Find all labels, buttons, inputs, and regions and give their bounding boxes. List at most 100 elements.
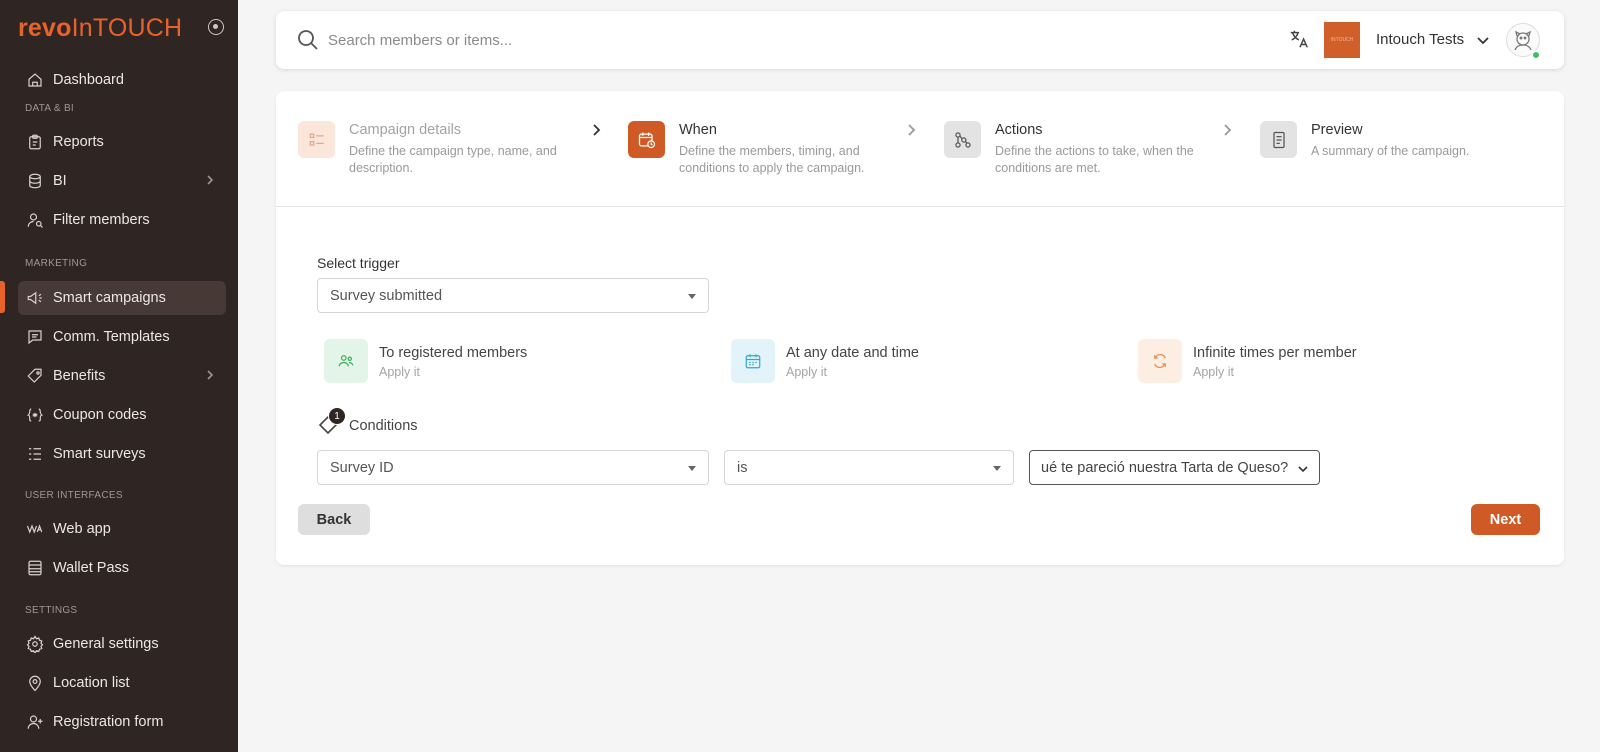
chevron-down-icon[interactable] xyxy=(1476,34,1490,48)
database-icon xyxy=(26,172,44,190)
gear-icon xyxy=(26,635,44,653)
chat-icon xyxy=(26,328,44,346)
sidebar-item-label: Location list xyxy=(53,675,130,691)
brand: revoInTOUCH xyxy=(0,0,238,56)
step-desc: Define the campaign type, name, and desc… xyxy=(349,144,557,175)
step-actions[interactable]: Actions Define the actions to take, when… xyxy=(944,121,1214,181)
step-title: Campaign details xyxy=(349,122,462,138)
sidebar-item-reports[interactable]: Reports xyxy=(18,125,226,159)
search-input[interactable] xyxy=(328,28,928,52)
sidebar-item-label: General settings xyxy=(53,636,159,652)
rule-sub: Apply it xyxy=(379,365,420,379)
sidebar-item-label: BI xyxy=(53,173,67,189)
sidebar-item-label: Filter members xyxy=(53,212,150,228)
step-title: Preview xyxy=(1311,122,1363,138)
step-title: Actions xyxy=(995,122,1043,138)
next-button[interactable]: Next xyxy=(1471,504,1540,535)
campaign-wizard-card: Campaign details Define the campaign typ… xyxy=(276,91,1564,565)
trigger-select-value: Survey submitted xyxy=(330,287,443,304)
step-desc: A summary of the campaign. xyxy=(1311,144,1470,158)
sidebar-section-data-bi: DATA & BI xyxy=(25,103,75,114)
sidebar-item-benefits[interactable]: Benefits xyxy=(18,359,226,393)
sidebar-item-smart-campaigns[interactable]: Smart campaigns xyxy=(18,281,226,315)
user-search-icon xyxy=(26,211,44,229)
step-desc: Define the actions to take, when the con… xyxy=(995,144,1194,175)
sidebar-item-dashboard[interactable]: Dashboard xyxy=(18,63,226,97)
sidebar-toggle-icon[interactable] xyxy=(208,19,224,35)
chevron-right-icon xyxy=(904,123,918,137)
chevron-right-icon xyxy=(204,369,216,381)
user-plus-icon xyxy=(26,713,44,731)
rule-sub: Apply it xyxy=(1193,365,1234,379)
sidebar-item-filter-members[interactable]: Filter members xyxy=(18,203,226,237)
clipboard-icon xyxy=(26,133,44,151)
condition-field-select[interactable]: Survey ID xyxy=(317,450,709,485)
org-name[interactable]: Intouch Tests xyxy=(1376,31,1464,48)
condition-operator-value: is xyxy=(737,459,748,476)
condition-field-value: Survey ID xyxy=(330,459,394,476)
megaphone-icon xyxy=(26,289,44,307)
translate-icon[interactable] xyxy=(1288,28,1310,50)
sidebar-item-label: Smart surveys xyxy=(53,446,146,462)
step-desc: Define the members, timing, and conditio… xyxy=(679,144,865,175)
dropdown-caret-icon xyxy=(993,466,1001,471)
trigger-label: Select trigger xyxy=(317,255,400,271)
conditions-label: Conditions xyxy=(349,418,418,434)
search-icon xyxy=(296,28,320,52)
calendar-icon xyxy=(731,339,775,383)
chevron-right-icon xyxy=(589,123,603,137)
sidebar-item-wallet-pass[interactable]: Wallet Pass xyxy=(18,551,226,585)
step-when[interactable]: When Define the members, timing, and con… xyxy=(628,121,888,181)
workflow-icon xyxy=(944,121,981,158)
chevron-down-icon xyxy=(1297,463,1309,475)
rule-title: To registered members xyxy=(379,345,528,361)
sidebar: revoInTOUCH Dashboard DATA & BI Reports … xyxy=(0,0,238,752)
coupon-icon xyxy=(26,406,44,424)
sidebar-item-comm-templates[interactable]: Comm. Templates xyxy=(18,320,226,354)
rule-sub: Apply it xyxy=(786,365,827,379)
step-preview[interactable]: Preview A summary of the campaign. xyxy=(1260,121,1520,181)
sidebar-item-label: Coupon codes xyxy=(53,407,147,423)
sidebar-item-label: Registration form xyxy=(53,714,164,730)
condition-value-text: ué te pareció nuestra Tarta de Queso? xyxy=(1041,459,1289,476)
dropdown-caret-icon xyxy=(688,466,696,471)
sidebar-item-web-app[interactable]: Web app xyxy=(18,512,226,546)
sidebar-section-settings: SETTINGS xyxy=(25,605,78,616)
repeat-icon xyxy=(1138,339,1182,383)
users-icon xyxy=(324,339,368,383)
step-campaign-details[interactable]: Campaign details Define the campaign typ… xyxy=(298,121,588,181)
brand-logo-intouch: InTOUCH xyxy=(71,13,183,42)
wizard-steps: Campaign details Define the campaign typ… xyxy=(276,91,1564,207)
brand-logo[interactable]: revoInTOUCH xyxy=(18,14,182,43)
rule-title: Infinite times per member xyxy=(1193,345,1357,361)
dropdown-caret-icon xyxy=(688,294,696,299)
org-logo: INTOUCH xyxy=(1324,22,1360,58)
active-indicator xyxy=(0,281,5,313)
sidebar-item-label: Benefits xyxy=(53,368,106,384)
list-details-icon xyxy=(298,121,335,158)
wallet-icon xyxy=(26,559,44,577)
calendar-clock-icon xyxy=(628,121,665,158)
sidebar-item-registration-form[interactable]: Registration form xyxy=(18,705,226,739)
sidebar-item-bi[interactable]: BI xyxy=(18,164,226,198)
chevron-right-icon xyxy=(1220,123,1234,137)
map-pin-icon xyxy=(26,674,44,692)
sidebar-item-coupon-codes[interactable]: Coupon codes xyxy=(18,398,226,432)
condition-operator-select[interactable]: is xyxy=(724,450,1014,485)
top-bar: INTOUCH Intouch Tests xyxy=(276,11,1564,69)
step-title: When xyxy=(679,122,717,138)
trigger-select[interactable]: Survey submitted xyxy=(317,278,709,313)
sidebar-item-smart-surveys[interactable]: Smart surveys xyxy=(18,437,226,471)
sidebar-item-general-settings[interactable]: General settings xyxy=(18,627,226,661)
condition-value-select[interactable]: ué te pareció nuestra Tarta de Queso? xyxy=(1029,450,1320,485)
back-button[interactable]: Back xyxy=(298,504,370,535)
conditions-count-badge: 1 xyxy=(328,407,346,425)
sidebar-item-location-list[interactable]: Location list xyxy=(18,666,226,700)
brand-logo-revo: revo xyxy=(18,13,72,42)
home-icon xyxy=(26,71,44,89)
pwa-icon xyxy=(26,520,44,538)
document-icon xyxy=(1260,121,1297,158)
sidebar-section-user-interfaces: USER INTERFACES xyxy=(25,490,123,501)
sidebar-item-label: Wallet Pass xyxy=(53,560,130,576)
sidebar-item-label: Smart campaigns xyxy=(53,290,166,306)
